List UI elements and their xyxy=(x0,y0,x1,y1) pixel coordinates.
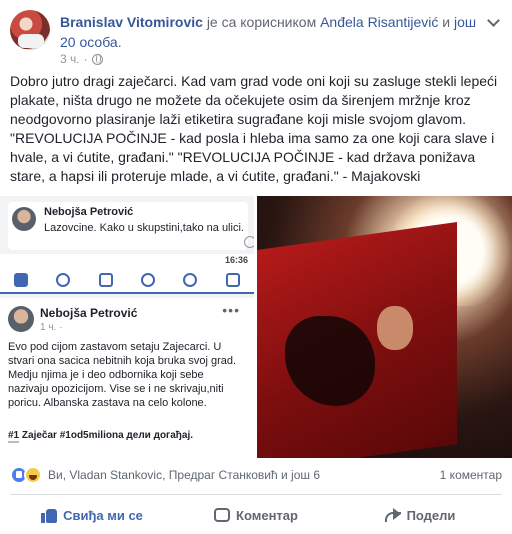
post-images[interactable]: Nebojša Petrović Lazovcine. Kako u skups… xyxy=(0,196,512,458)
title-period: . xyxy=(117,34,122,50)
commenter-name: Nebojša Petrović xyxy=(44,206,134,218)
haha-reaction-icon xyxy=(24,466,42,484)
like-label: Свиђа ми се xyxy=(63,507,143,523)
globe-icon[interactable] xyxy=(91,53,103,65)
person-face xyxy=(377,306,413,350)
post-body-text: Dobro jutro dragi zaječarci. Kad vam gra… xyxy=(10,73,502,184)
comment-text: Lazovcine. Kako u skupstini,tako na ulic… xyxy=(44,222,244,234)
more-icon: ••• xyxy=(222,302,240,318)
inner-post-text: Evo pod cijom zastavom setaju Zajecarci.… xyxy=(8,341,237,409)
inner-post-meta: 1 ч. · xyxy=(40,322,63,333)
thumbs-up-icon xyxy=(41,507,58,523)
check-icon xyxy=(244,236,254,248)
tag-rest: #1od5miliona дели догађај. xyxy=(59,430,193,441)
home-icon xyxy=(14,273,29,287)
post-meta: 3 ч. · xyxy=(60,52,103,66)
friends-icon xyxy=(56,273,71,287)
menu-icon xyxy=(225,273,240,287)
commenter-avatar xyxy=(12,207,36,231)
author-name[interactable]: Branislav Vitomirovic xyxy=(60,14,203,30)
post-title: Branislav Vitomirovic је са корисником A… xyxy=(60,12,480,52)
video-icon xyxy=(98,273,113,287)
share-label: Подели xyxy=(406,507,456,523)
and-text: и xyxy=(442,14,451,30)
profile-icon xyxy=(141,273,156,287)
phone-status-bar: 16:36 xyxy=(0,254,254,268)
bell-icon xyxy=(183,273,198,287)
comments-count[interactable]: 1 коментар xyxy=(440,468,502,482)
tagged-user-link[interactable]: Anđela Risantijević xyxy=(320,14,438,30)
comment-card: Nebojša Petrović Lazovcine. Kako u skups… xyxy=(8,202,254,250)
like-button[interactable]: Свиђа ми се xyxy=(10,500,174,530)
reaction-names[interactable]: Ви, Vladan Stankovic, Предраг Станковић … xyxy=(48,468,320,482)
tag-main: Zaječar xyxy=(21,430,57,441)
reaction-icons[interactable] xyxy=(10,466,44,484)
post-time[interactable]: 3 ч. xyxy=(60,52,80,66)
comment-label: Коментар xyxy=(236,507,298,523)
reactions-bar: Ви, Vladan Stankovic, Предраг Станковић … xyxy=(10,466,502,484)
inner-post-tags: #1 Zaječar #1od5miliona дели догађај. xyxy=(8,430,193,443)
tag-prefix: #1 xyxy=(8,430,20,443)
protest-photo[interactable] xyxy=(257,196,512,458)
post-header: Branislav Vitomirovic је са корисником A… xyxy=(10,8,502,66)
comment-icon xyxy=(214,508,231,522)
author-avatar[interactable] xyxy=(10,10,50,50)
with-text: је са корисником xyxy=(206,14,317,30)
facebook-nav-bar xyxy=(0,268,254,294)
comment-button[interactable]: Коментар xyxy=(174,500,338,530)
screenshot-image[interactable]: Nebojša Petrović Lazovcine. Kako u skups… xyxy=(0,196,254,458)
inner-post-avatar xyxy=(8,306,34,332)
action-bar: Свиђа ми се Коментар Подели xyxy=(10,500,502,530)
divider xyxy=(10,494,502,495)
chevron-down-icon[interactable] xyxy=(486,14,502,30)
share-icon xyxy=(384,508,401,522)
inner-post: Nebojša Petrović 1 ч. · ••• Evo pod cijo… xyxy=(0,298,254,458)
inner-post-name: Nebojša Petrović xyxy=(40,306,138,320)
dot-separator: · xyxy=(83,52,88,66)
share-button[interactable]: Подели xyxy=(338,500,502,530)
status-time: 16:36 xyxy=(224,255,248,265)
